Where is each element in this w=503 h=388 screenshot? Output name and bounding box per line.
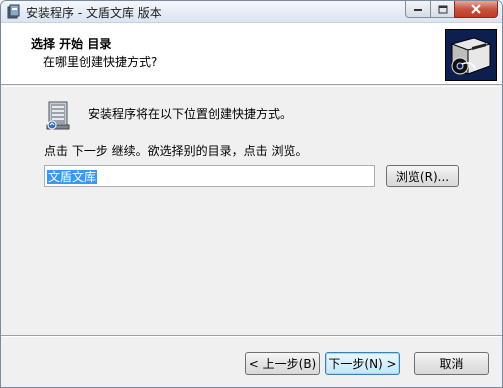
- instruction-text: 点击 下一步 继续。欲选择别的目录，点击 浏览。: [44, 144, 308, 158]
- wizard-header: 选择 开始 目录 在哪里创建快捷方式?: [1, 23, 502, 85]
- computer-cd-icon: [445, 29, 497, 81]
- header-divider: [1, 86, 502, 87]
- window-title: 安装程序 - 文盾文库 版本: [26, 6, 162, 20]
- close-icon: [471, 4, 481, 14]
- title-bar[interactable]: 安装程序 - 文盾文库 版本: [1, 1, 502, 23]
- browse-button[interactable]: 浏览(R)...: [386, 165, 459, 187]
- intro-text: 安装程序将在以下位置创建快捷方式。: [88, 107, 293, 121]
- maximize-icon: [438, 5, 447, 13]
- maximize-button[interactable]: [430, 1, 455, 18]
- next-button[interactable]: 下一步(N) >: [325, 352, 400, 375]
- installer-icon: [6, 4, 22, 20]
- page-subtitle: 在哪里创建快捷方式?: [43, 55, 158, 69]
- page-title: 选择 开始 目录: [31, 37, 112, 51]
- footer-divider: [1, 335, 502, 337]
- close-button[interactable]: [454, 1, 498, 18]
- minimize-icon: [414, 9, 422, 11]
- cancel-button[interactable]: 取消: [414, 352, 489, 375]
- minimize-button[interactable]: [405, 1, 431, 18]
- installer-window: 安装程序 - 文盾文库 版本 选择 开始 目录 在哪里创建快捷方式? 安装程序将…: [0, 0, 503, 388]
- folder-name-value: 文盾文库: [47, 170, 98, 184]
- cancel-button-label: 取消: [439, 357, 464, 371]
- browse-button-label: 浏览(R)...: [395, 169, 450, 184]
- next-button-label: 下一步(N) >: [328, 357, 397, 371]
- back-button-label: < 上一步(B): [248, 357, 317, 371]
- program-group-icon: [44, 99, 76, 131]
- start-menu-folder-input[interactable]: 文盾文库: [44, 165, 375, 187]
- back-button[interactable]: < 上一步(B): [245, 352, 320, 375]
